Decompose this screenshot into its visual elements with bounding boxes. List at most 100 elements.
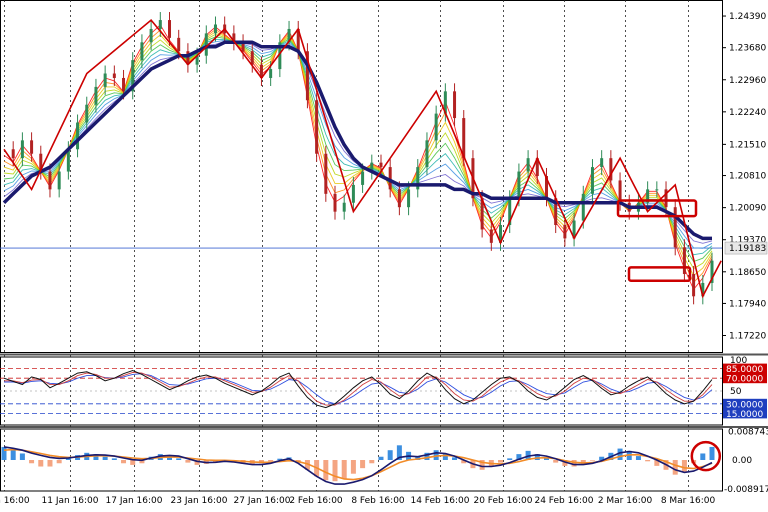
candle-body: [30, 140, 34, 154]
ma-fan-line: [3, 31, 713, 277]
candle-body: [407, 189, 411, 208]
macd-histogram-bar: [645, 460, 651, 462]
ma-fan-line: [3, 33, 713, 270]
candle-body: [85, 104, 89, 123]
x-tick-label: 2 Feb 16:00: [289, 496, 343, 506]
y-tick-label: 1.21510: [729, 140, 766, 150]
macd-histogram-bar: [709, 446, 715, 460]
y-tick-label: 1.22960: [729, 76, 766, 86]
candle-body: [20, 140, 24, 159]
candle-body: [342, 202, 346, 212]
candle-body: [397, 189, 401, 208]
candle-body: [333, 193, 337, 212]
y-tick-label: 1.24390: [729, 12, 766, 22]
macd-histogram-bar: [102, 456, 108, 460]
candle-body: [489, 229, 493, 243]
x-tick-label: 8 Mar 16:00: [661, 496, 716, 506]
candle-body: [48, 171, 52, 190]
candle-body: [682, 247, 686, 275]
candle-body: [600, 158, 604, 168]
candle-body: [112, 73, 116, 78]
candle-body: [149, 28, 153, 43]
x-tick-label: 17 Jan 16:00: [106, 496, 163, 506]
macd-histogram-bar: [452, 457, 458, 460]
macd-histogram-bar: [350, 460, 356, 474]
candle-body: [168, 20, 172, 38]
macd-histogram-bar: [360, 460, 366, 469]
candle-body: [526, 158, 530, 172]
candle-body: [425, 140, 429, 168]
macd-histogram-bar: [185, 460, 191, 463]
macd-histogram-bar: [589, 460, 595, 461]
macd-histogram-bar: [507, 458, 513, 460]
macd-histogram-bar: [681, 460, 687, 472]
candle-body: [434, 113, 438, 141]
stochastic-level-label: 70.0000: [726, 375, 763, 385]
macd-histogram-bar: [111, 458, 117, 460]
x-tick-label: 8 Feb 16:00: [351, 496, 405, 506]
moving-average-thick: [2, 40, 712, 241]
x-tick-label: 27 Jan 16:00: [234, 496, 291, 506]
ma-fan-line: [3, 24, 713, 291]
macd-histogram-bar: [323, 460, 329, 481]
stochastic-level-label: 15.0000: [726, 410, 763, 420]
macd-histogram-bar: [387, 450, 393, 460]
candle-body: [315, 100, 319, 154]
macd-histogram-bar: [498, 460, 504, 463]
macd-histogram-bar: [1, 446, 7, 460]
macd-line: [3, 448, 713, 481]
macd-histogram-bar: [38, 460, 44, 467]
macd-histogram-bar: [672, 460, 678, 475]
macd-histogram-bar: [10, 450, 16, 460]
candle-body: [361, 171, 365, 185]
macd-histogram-bar: [47, 460, 53, 467]
macd-histogram-bar: [268, 460, 274, 462]
candle-body: [158, 20, 162, 29]
macd-histogram-bar: [369, 460, 375, 464]
chart-canvas: 5 Jan 16:00 11 Jan 16:00 17 Jan 16:00 23 Ja…: [0, 0, 768, 506]
stochastic-line: [4, 371, 713, 406]
macd-histogram-bar: [700, 453, 706, 460]
candle-body: [581, 193, 585, 221]
ma-fan-line: [3, 36, 713, 263]
macd-histogram-bar: [553, 460, 559, 463]
current-price-label: 1.19183: [729, 244, 766, 254]
macd-histogram-bar: [121, 460, 127, 464]
candle-body: [655, 189, 659, 191]
stochastic-y-tick: 100: [730, 356, 747, 366]
y-tick-label: 1.22240: [729, 108, 766, 118]
y-tick-label: 1.18650: [729, 268, 766, 278]
candle-body: [204, 33, 208, 56]
candle-body: [94, 86, 98, 105]
macd-histogram-bar: [56, 460, 62, 464]
macd-y-tick: -0.0089178: [724, 485, 768, 495]
candle-body: [563, 225, 567, 239]
x-tick-label: 23 Jan 16:00: [171, 496, 228, 506]
candle-body: [324, 153, 328, 194]
candle-body: [673, 207, 677, 248]
x-tick-label: 24 Feb 16:00: [534, 496, 593, 506]
macd-histogram-bar: [571, 460, 577, 467]
candle-body: [103, 73, 107, 87]
macd-histogram-bar: [635, 456, 641, 460]
trading-chart: 5 Jan 16:00 11 Jan 16:00 17 Jan 16:00 23 Ja…: [0, 0, 768, 508]
candle-body: [122, 77, 126, 92]
y-tick-label: 1.17220: [729, 332, 766, 342]
candle-body: [517, 171, 521, 199]
candle-body: [692, 274, 696, 297]
candle-body: [213, 24, 217, 34]
x-tick-label: 11 Jan 16:00: [42, 496, 99, 506]
x-tick-label: 14 Feb 16:00: [410, 496, 469, 506]
y-tick-label: 1.17940: [729, 299, 766, 309]
candle-body: [590, 167, 594, 194]
macd-y-tick: 0.0087434: [728, 427, 768, 437]
stochastic-y-tick: 50: [730, 387, 742, 397]
ma-fan-line: [3, 40, 713, 244]
macd-histogram-bar: [130, 460, 136, 465]
candle-body: [453, 91, 457, 119]
candle-body: [57, 171, 61, 190]
candle-body: [351, 184, 355, 203]
candle-body: [269, 69, 273, 78]
macd-histogram-bar: [378, 456, 384, 460]
candle-body: [177, 37, 181, 52]
